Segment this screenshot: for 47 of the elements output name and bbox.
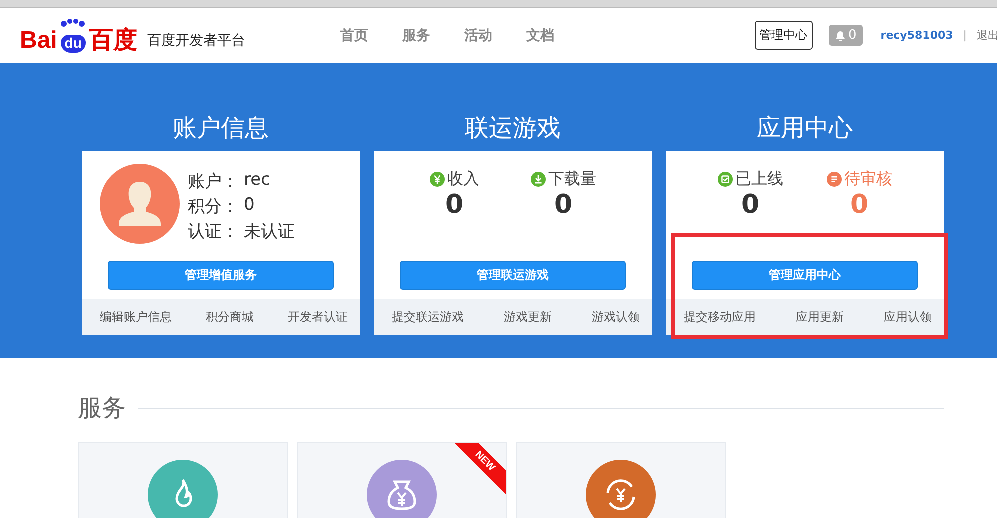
manage-button[interactable]: 管理联运游戏 — [400, 261, 626, 290]
manage-button[interactable]: 管理应用中心 — [692, 261, 918, 290]
card-link[interactable]: 应用更新 — [796, 308, 844, 326]
field-label: 账户： — [188, 170, 240, 192]
card-title: 应用中心 — [756, 113, 854, 144]
stat-label: 下载量 — [548, 169, 596, 190]
section-title: 服务 — [78, 393, 126, 424]
download-icon — [530, 172, 546, 187]
separator: | — [963, 29, 967, 42]
check-icon — [718, 172, 732, 187]
manage-center-button[interactable]: 管理中心 — [754, 21, 812, 50]
card-link[interactable]: 积分商城 — [206, 308, 254, 326]
field-value: 未认证 — [244, 220, 295, 242]
card-link[interactable]: 开发者认证 — [288, 308, 348, 326]
service-tile[interactable] — [516, 442, 726, 518]
stat-label: 收入 — [448, 169, 480, 190]
field-label: 积分： — [188, 196, 240, 218]
card-title: 联运游戏 — [464, 113, 562, 144]
card-link[interactable]: 编辑账户信息 — [100, 308, 172, 326]
baidu-logo: Bai du 百度 — [20, 18, 138, 52]
stat-value: 0 — [741, 190, 760, 220]
service-tile[interactable] — [78, 442, 288, 518]
bell-icon — [834, 30, 846, 42]
field-value: rec — [244, 170, 270, 192]
stat-value: 0 — [850, 190, 869, 220]
username-link[interactable]: recy581003 — [880, 29, 954, 42]
yen-icon — [430, 172, 444, 187]
nav-link[interactable]: 活动 — [464, 26, 492, 44]
card-link[interactable]: 应用认领 — [884, 308, 932, 326]
manage-button[interactable]: 管理增值服务 — [108, 261, 334, 290]
card-link[interactable]: 提交移动应用 — [684, 308, 756, 326]
field-value: 0 — [244, 194, 255, 216]
card-link[interactable]: 游戏更新 — [504, 308, 552, 326]
nav-link[interactable]: 首页 — [340, 26, 368, 44]
stat-label: 待审核 — [844, 169, 892, 190]
stat-value: 0 — [554, 190, 573, 220]
list-icon — [826, 172, 842, 187]
card-title: 账户信息 — [172, 113, 270, 144]
card-link[interactable]: 提交联运游戏 — [392, 308, 464, 326]
card-link[interactable]: 游戏认领 — [592, 308, 640, 326]
logout-link[interactable]: 退出 — [977, 28, 997, 43]
nav-link[interactable]: 文档 — [526, 26, 554, 44]
field-label: 认证： — [188, 220, 240, 242]
stat-value: 0 — [445, 190, 464, 220]
site-name: 百度开发者平台 — [147, 32, 246, 50]
stat-label: 已上线 — [736, 169, 784, 190]
nav-link[interactable]: 服务 — [402, 26, 430, 44]
